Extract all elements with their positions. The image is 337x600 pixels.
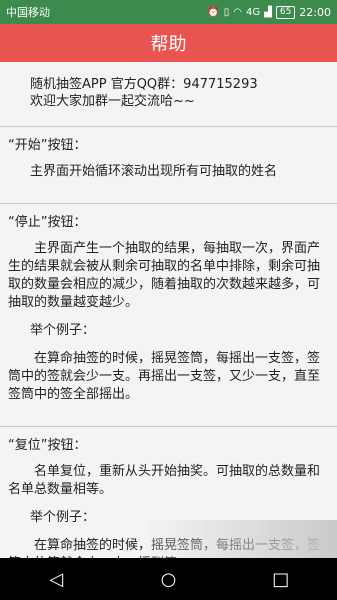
- section-paragraph: 主界面产生一个抽取的结果，每抽取一次，界面产生的结果就会被从剩余可抽取的名单中排…: [8, 241, 321, 310]
- section-title: “停止”按钮：: [8, 215, 87, 230]
- home-icon[interactable]: ○: [148, 569, 188, 590]
- app-bar: 帮助: [0, 24, 337, 62]
- example-label: 举个例子：: [30, 323, 96, 338]
- section-title: “开始”按钮：: [8, 138, 87, 153]
- page-title: 帮助: [150, 34, 187, 55]
- vibrate-icon: ▯: [223, 6, 230, 18]
- status-icons: ⏰ ▯ ◠ 4G ▟ 65 22:00: [207, 5, 331, 19]
- qq-group-line: 随机抽签APP 官方QQ群：947715293: [30, 77, 258, 92]
- back-icon[interactable]: ◁: [36, 569, 76, 590]
- section-title: “复位”按钮：: [8, 438, 87, 453]
- signal-icon: ▟: [264, 6, 272, 18]
- carrier-label: 中国移动: [6, 6, 50, 19]
- help-content[interactable]: 随机抽签APP 官方QQ群：947715293 欢迎大家加群一起交流哈~~ “开…: [0, 62, 337, 558]
- stop-button-section: “停止”按钮： 主界面产生一个抽取的结果，每抽取一次，界面产生的结果就会被从剩余…: [0, 204, 337, 427]
- intro-section: 随机抽签APP 官方QQ群：947715293 欢迎大家加群一起交流哈~~: [0, 62, 337, 127]
- wifi-icon: ◠: [233, 6, 243, 18]
- battery-icon: 65: [275, 5, 296, 19]
- clock: 22:00: [299, 5, 331, 19]
- status-bar: 中国移动 ⏰ ▯ ◠ 4G ▟ 65 22:00: [0, 0, 337, 24]
- alarm-icon: ⏰: [207, 6, 220, 18]
- start-button-section: “开始”按钮： 主界面开始循环滚动出现所有可抽取的姓名: [0, 127, 337, 204]
- section-paragraph: 主界面开始循环滚动出现所有可抽取的姓名: [30, 164, 278, 179]
- signal-label: 4G: [246, 6, 261, 18]
- section-paragraph: 名单复位，重新从头开始抽奖。可抽取的总数量和名单总数量相等。: [8, 464, 321, 497]
- recents-icon[interactable]: □: [261, 569, 301, 590]
- section-paragraph: 在算命抽签的时候，摇晃签筒，每摇出一支签，签筒中的签就会少一支。再摇出一支签，又…: [8, 351, 321, 402]
- navigation-bar: ◁ ○ □: [0, 558, 337, 600]
- welcome-line: 欢迎大家加群一起交流哈~~: [30, 94, 195, 109]
